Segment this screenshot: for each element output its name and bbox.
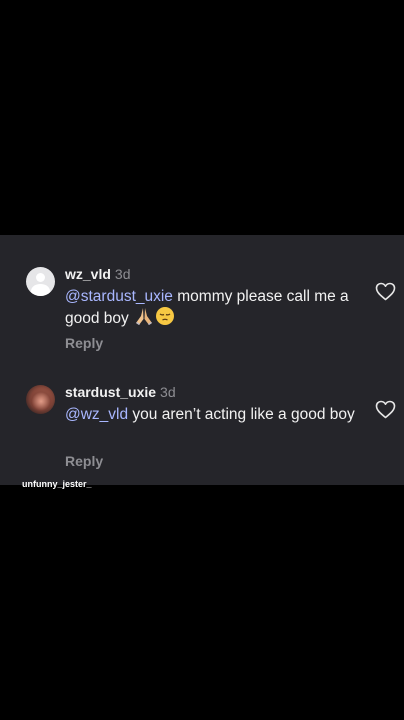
default-avatar-shoulders: [31, 284, 50, 296]
heart-icon[interactable]: [375, 400, 396, 419]
comment-username[interactable]: stardust_uxie: [65, 384, 156, 400]
reply-button[interactable]: Reply: [65, 334, 103, 352]
watermark: unfunny_jester_: [22, 479, 92, 489]
comment-username[interactable]: wz_vld: [65, 266, 111, 282]
comment-meta: wz_vld 3d: [65, 264, 130, 284]
pensive-face-emoji: [155, 306, 175, 331]
praying-hands-emoji: [133, 306, 155, 331]
comment-meta: stardust_uxie 3d: [65, 382, 176, 402]
default-avatar-head: [36, 273, 45, 282]
comment-body: you aren’t acting like a good boy: [128, 406, 355, 423]
comment-timestamp: 3d: [160, 384, 176, 400]
comment-mention[interactable]: @wz_vld: [65, 406, 128, 423]
comment-text: @wz_vld you aren’t acting like a good bo…: [65, 405, 365, 424]
avatar[interactable]: [26, 385, 55, 414]
avatar[interactable]: [26, 267, 55, 296]
comment-timestamp: 3d: [114, 266, 131, 282]
reply-button[interactable]: Reply: [65, 452, 103, 470]
comment-text: @stardust_uxie mommy please call me a go…: [65, 287, 365, 331]
heart-icon[interactable]: [375, 282, 396, 301]
comment-mention[interactable]: @stardust_uxie: [65, 288, 173, 305]
avatar-photo-detail: [29, 387, 53, 411]
comments-panel: wz_vld 3d @stardust_uxie mommy please cal…: [0, 235, 404, 485]
